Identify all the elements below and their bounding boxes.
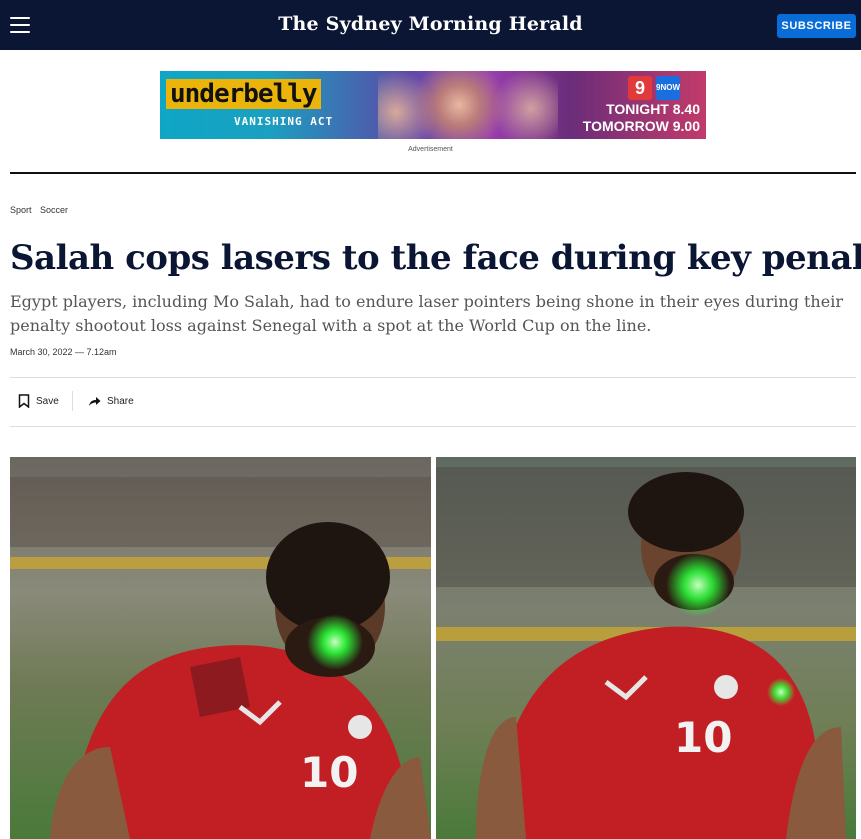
- salah-photo-right: 10: [436, 457, 856, 839]
- top-navigation-bar: The Sydney Morning Herald SUBSCRIBE: [0, 0, 861, 50]
- advertisement-label: Advertisement: [408, 146, 453, 153]
- channel-9-logo: 9: [628, 76, 652, 100]
- ad-cast-image: [378, 71, 558, 139]
- divider: [10, 426, 856, 427]
- masthead-logo[interactable]: The Sydney Morning Herald: [0, 13, 861, 35]
- jersey-number-left: 10: [300, 748, 358, 797]
- advertisement-banner[interactable]: underbelly VANISHING ACT 9 9NOW TONIGHT …: [160, 71, 706, 139]
- breadcrumb-sport[interactable]: Sport: [10, 205, 32, 215]
- share-arrow-icon: [89, 396, 101, 406]
- article-photo-left: 10: [10, 457, 431, 839]
- divider: [10, 377, 856, 378]
- salah-photo-left: 10: [10, 457, 431, 839]
- bookmark-icon: [18, 394, 30, 409]
- 9now-logo: 9NOW: [656, 76, 680, 100]
- ad-tonight-time: TONIGHT 8.40: [606, 101, 700, 117]
- breadcrumb-soccer[interactable]: Soccer: [40, 205, 68, 215]
- save-label: Save: [36, 396, 59, 407]
- jersey-number-right: 10: [674, 713, 732, 762]
- breadcrumb: Sport Soccer: [10, 205, 74, 215]
- save-button[interactable]: Save: [18, 393, 59, 411]
- ad-tomorrow-time: TOMORROW 9.00: [582, 118, 700, 134]
- article-standfirst: Egypt players, including Mo Salah, had t…: [10, 292, 843, 335]
- ad-brand-logo: underbelly: [166, 79, 321, 109]
- tools-separator: [72, 391, 73, 411]
- section-divider: [10, 172, 856, 174]
- article-date: March 30, 2022 — 7.12am: [10, 347, 117, 357]
- article-photo-right: 10: [436, 457, 856, 839]
- share-button[interactable]: Share: [88, 393, 134, 411]
- share-label: Share: [107, 396, 134, 407]
- subscribe-button[interactable]: SUBSCRIBE: [777, 14, 856, 38]
- article-headline: Salah cops lasers to the face during key…: [10, 238, 861, 278]
- ad-brand-subtitle: VANISHING ACT: [234, 115, 334, 128]
